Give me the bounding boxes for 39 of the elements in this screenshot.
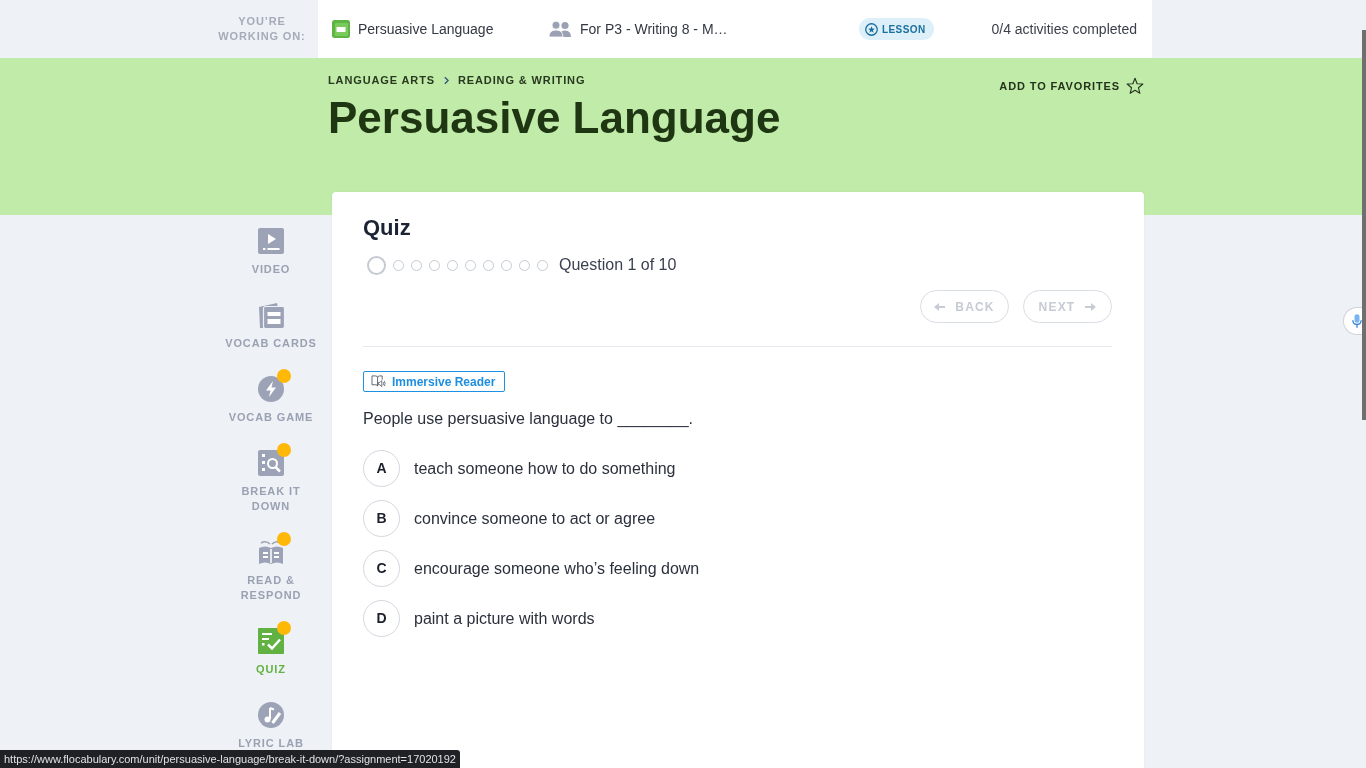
- badge-label: LESSON: [882, 22, 926, 37]
- question-text: People use persuasive language to ________.: [363, 409, 695, 429]
- note-pen-icon: [258, 702, 284, 728]
- people-icon: [549, 21, 571, 37]
- microphone-button[interactable]: [1343, 307, 1362, 335]
- breadcrumb-link[interactable]: LANGUAGE ARTS: [328, 73, 435, 87]
- scrollbar-thumb[interactable]: [1362, 30, 1366, 420]
- card-stack-icon: [258, 302, 284, 328]
- add-to-favorites-button[interactable]: ADD TO FAVORITES: [999, 77, 1144, 95]
- book-icon: [332, 20, 350, 38]
- question-counter: Question 1 of 10: [559, 255, 677, 275]
- arrow-right-icon: [1085, 301, 1097, 312]
- class-name[interactable]: For P3 - Writing 8 - M…: [580, 18, 728, 40]
- option-letter-button[interactable]: B: [363, 500, 400, 537]
- open-book-icon: [258, 539, 284, 565]
- lesson-title: Persuasive Language: [328, 94, 781, 142]
- checklist-icon: [258, 628, 284, 654]
- option-text[interactable]: convince someone to act or agree: [414, 508, 656, 529]
- immersive-reader-button[interactable]: Immersive Reader: [363, 371, 506, 392]
- star-circle-icon: [865, 22, 878, 36]
- chevron-right-icon: [444, 75, 449, 85]
- arrow-left-icon: [934, 301, 946, 312]
- video-player-icon: [258, 228, 284, 254]
- microphone-icon: [1352, 313, 1362, 329]
- breadcrumb-link[interactable]: READING & WRITING: [458, 73, 586, 87]
- quiz-title: Quiz: [363, 214, 412, 242]
- option-letter-button[interactable]: A: [363, 450, 400, 487]
- option-text[interactable]: encourage someone who’s feeling down: [414, 558, 700, 579]
- option-text[interactable]: paint a picture with words: [414, 608, 595, 629]
- lesson-name: Persuasive Language: [358, 19, 494, 39]
- book-speaker-icon: [371, 375, 386, 388]
- option-letter-button[interactable]: D: [363, 600, 400, 637]
- magnifier-list-icon: [258, 450, 284, 476]
- option-letter-button[interactable]: C: [363, 550, 400, 587]
- lightning-bolt-icon: [258, 376, 284, 402]
- activities-count-text: 0/4 activities completed: [991, 19, 1137, 39]
- working-on-label: YOU’RE WORKING ON:: [217, 14, 307, 44]
- option-text[interactable]: teach someone how to do something: [414, 458, 676, 479]
- status-bar-url: https://www.flocabulary.com/unit/persuasive-language/break-it-down/?assignment=17020192: [0, 750, 460, 768]
